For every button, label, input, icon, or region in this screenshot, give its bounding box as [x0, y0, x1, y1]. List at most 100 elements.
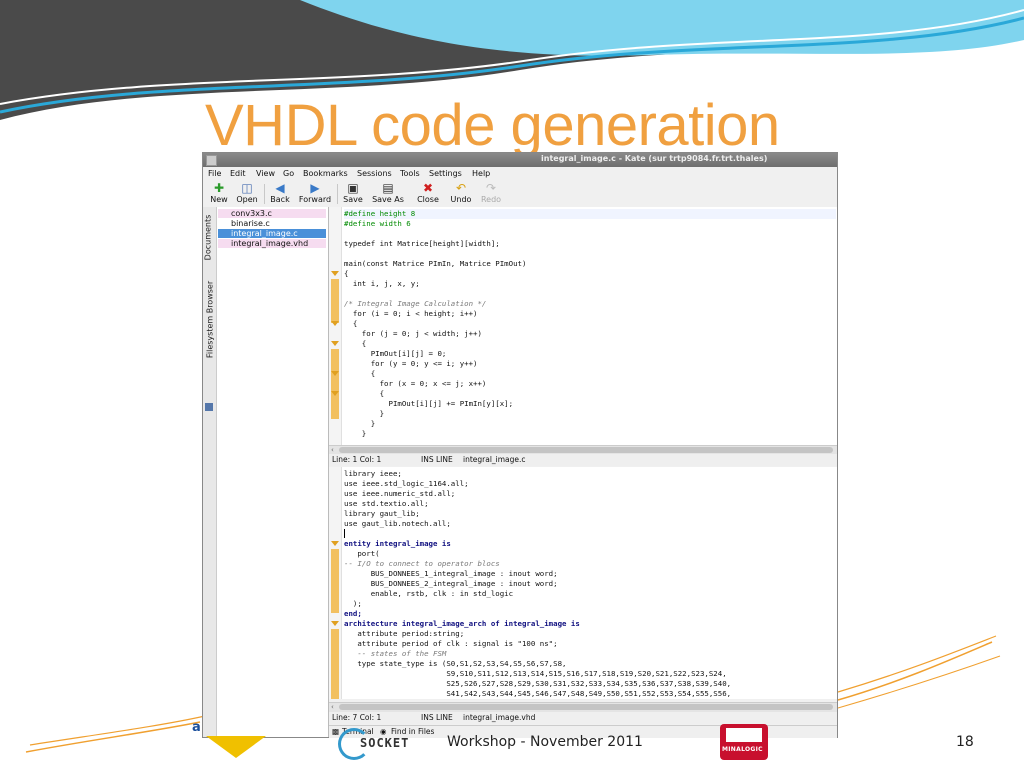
code-line: { — [344, 369, 376, 378]
code-line: { — [344, 319, 358, 328]
code-line: attribute period:string; — [344, 629, 465, 638]
undo-button[interactable]: ↶ Undo — [449, 182, 473, 206]
code-line: { — [344, 269, 349, 278]
fold-gutter — [329, 467, 342, 699]
new-document-icon: ✚ — [213, 181, 225, 195]
text-cursor — [344, 529, 345, 538]
slide-title: VHDL code generation — [205, 93, 780, 158]
code-line: typedef int Matrice[height][width]; — [344, 239, 500, 248]
fold-region — [331, 629, 339, 699]
code-line: library ieee; — [344, 469, 402, 478]
forward-button[interactable]: ▶ Forward — [298, 182, 332, 206]
fold-marker-icon[interactable] — [331, 341, 339, 346]
footer-text: Workshop - November 2011 — [447, 734, 643, 750]
code-line: for (y = 0; y <= i; y++) — [344, 359, 478, 368]
scroll-left-icon[interactable]: ‹ — [331, 703, 334, 711]
code-line: for (x = 0; x <= j; x++) — [344, 379, 487, 388]
fold-marker-icon[interactable] — [331, 391, 339, 396]
page-number: 18 — [956, 734, 974, 750]
document-item-conv3x3[interactable]: conv3x3.c — [218, 209, 326, 218]
fold-marker-icon[interactable] — [331, 541, 339, 546]
scrollbar-thumb[interactable] — [339, 704, 833, 710]
code-line: BUS_DONNEES_2_integral_image : inout wor… — [344, 579, 558, 588]
save-disk-icon: ▣ — [347, 181, 359, 195]
app-icon — [206, 155, 217, 166]
code-line: } — [344, 419, 376, 428]
close-button[interactable]: ✖ Close — [414, 182, 442, 206]
code-line: -- states of the FSM — [344, 649, 447, 658]
menu-help[interactable]: Help — [472, 169, 490, 178]
code-line: for (j = 0; j < width; j++) — [344, 329, 482, 338]
menu-bookmarks[interactable]: Bookmarks — [303, 169, 348, 178]
fold-gutter — [329, 207, 342, 445]
fold-marker-icon[interactable] — [331, 321, 339, 326]
window-title: integral_image.c - Kate (sur trtp9084.fr… — [541, 154, 768, 163]
code-line: S25,S26,S27,S28,S29,S30,S31,S32,S33,S34,… — [344, 679, 732, 688]
horizontal-scrollbar[interactable]: ‹ — [329, 702, 837, 712]
menu-tools[interactable]: Tools — [400, 169, 420, 178]
code-line: end; — [344, 609, 362, 618]
document-item-integral-image-c[interactable]: integral_image.c — [218, 229, 326, 238]
code-line: use gaut_lib.notech.all; — [344, 519, 451, 528]
menu-view[interactable]: View — [256, 169, 275, 178]
code-line: PImOut[i][j] = 0; — [344, 349, 447, 358]
code-line: } — [344, 409, 385, 418]
menu-sessions[interactable]: Sessions — [357, 169, 392, 178]
fold-region — [331, 349, 339, 419]
minalogic-logo: MINALOGIC — [720, 724, 768, 760]
code-line: S9,S10,S11,S12,S13,S14,S15,S16,S17,S18,S… — [344, 669, 727, 678]
code-line: /* Integral Image Calculation */ — [344, 299, 487, 308]
fold-marker-icon[interactable] — [331, 371, 339, 376]
save-as-button[interactable]: ▤ Save As — [369, 182, 407, 206]
scroll-left-icon[interactable]: ‹ — [331, 446, 334, 454]
socket-logo: SOCKET — [338, 728, 442, 760]
fold-marker-icon[interactable] — [331, 621, 339, 626]
document-item-integral-image-vhd[interactable]: integral_image.vhd — [218, 239, 326, 248]
code-line: for (i = 0; i < height; i++) — [344, 309, 478, 318]
edit-mode[interactable]: INS LINE — [421, 712, 453, 724]
code-line: #define width 6 — [344, 219, 411, 228]
open-button[interactable]: ◫ Open — [234, 182, 260, 206]
code-line: BUS_DONNEES_1_integral_image : inout wor… — [344, 569, 558, 578]
c-code-editor[interactable]: #define height 8 #define width 6 typedef… — [329, 207, 837, 445]
filesystem-icon — [205, 403, 213, 411]
document-list: conv3x3.c binarise.c integral_image.c in… — [217, 207, 329, 737]
close-red-icon: ✖ — [422, 181, 434, 195]
redo-button[interactable]: ↷ Redo — [479, 182, 503, 206]
menu-file[interactable]: File — [208, 169, 221, 178]
code-line: ); — [344, 599, 362, 608]
cursor-position: Line: 1 Col: 1 — [332, 455, 382, 464]
redo-arrow-icon: ↷ — [485, 181, 497, 195]
kate-editor-window: integral_image.c - Kate (sur trtp9084.fr… — [202, 152, 838, 738]
status-bar-bottom: Line: 7 Col: 1 INS LINE integral_image.v… — [329, 712, 837, 724]
code-line: attribute period of clk : signal is "100… — [344, 639, 558, 648]
window-titlebar[interactable]: integral_image.c - Kate (sur trtp9084.fr… — [203, 153, 837, 167]
edit-mode[interactable]: INS LINE — [421, 454, 453, 466]
menu-edit[interactable]: Edit — [230, 169, 246, 178]
vhdl-code-editor[interactable]: library ieee; use ieee.std_logic_1164.al… — [329, 467, 837, 699]
code-line: library gaut_lib; — [344, 509, 420, 518]
arrow-left-icon: ◀ — [275, 181, 285, 195]
menu-go[interactable]: Go — [283, 169, 294, 178]
menu-settings[interactable]: Settings — [429, 169, 462, 178]
code-line: port( — [344, 549, 380, 558]
back-button[interactable]: ◀ Back — [268, 182, 292, 206]
document-item-binarise[interactable]: binarise.c — [218, 219, 326, 228]
partner-logo-left: a — [192, 716, 270, 760]
side-tab-strip: Documents Filesystem Browser — [203, 207, 217, 737]
scrollbar-thumb[interactable] — [339, 447, 833, 453]
tab-filesystem-browser[interactable]: Filesystem Browser — [206, 265, 215, 375]
arrow-right-icon: ▶ — [310, 181, 320, 195]
status-filename: integral_image.vhd — [463, 713, 536, 722]
save-as-icon: ▤ — [382, 181, 394, 195]
code-line: { — [344, 339, 367, 348]
save-button[interactable]: ▣ Save — [342, 182, 364, 206]
fold-region — [331, 549, 339, 613]
code-line: type state_type is (S0,S1,S2,S3,S4,S5,S6… — [344, 659, 567, 668]
code-line: S41,S42,S43,S44,S45,S46,S47,S48,S49,S50,… — [344, 689, 732, 698]
code-line: } — [344, 429, 367, 438]
fold-marker-icon[interactable] — [331, 271, 339, 276]
toolbar: ✚ New ◫ Open ◀ Back ▶ Forward ▣ Save ▤ S… — [203, 181, 837, 208]
code-line: -- I/O to connect to operator blocs — [344, 559, 500, 568]
code-line: main(const Matrice PImIn, Matrice PImOut… — [344, 259, 527, 268]
